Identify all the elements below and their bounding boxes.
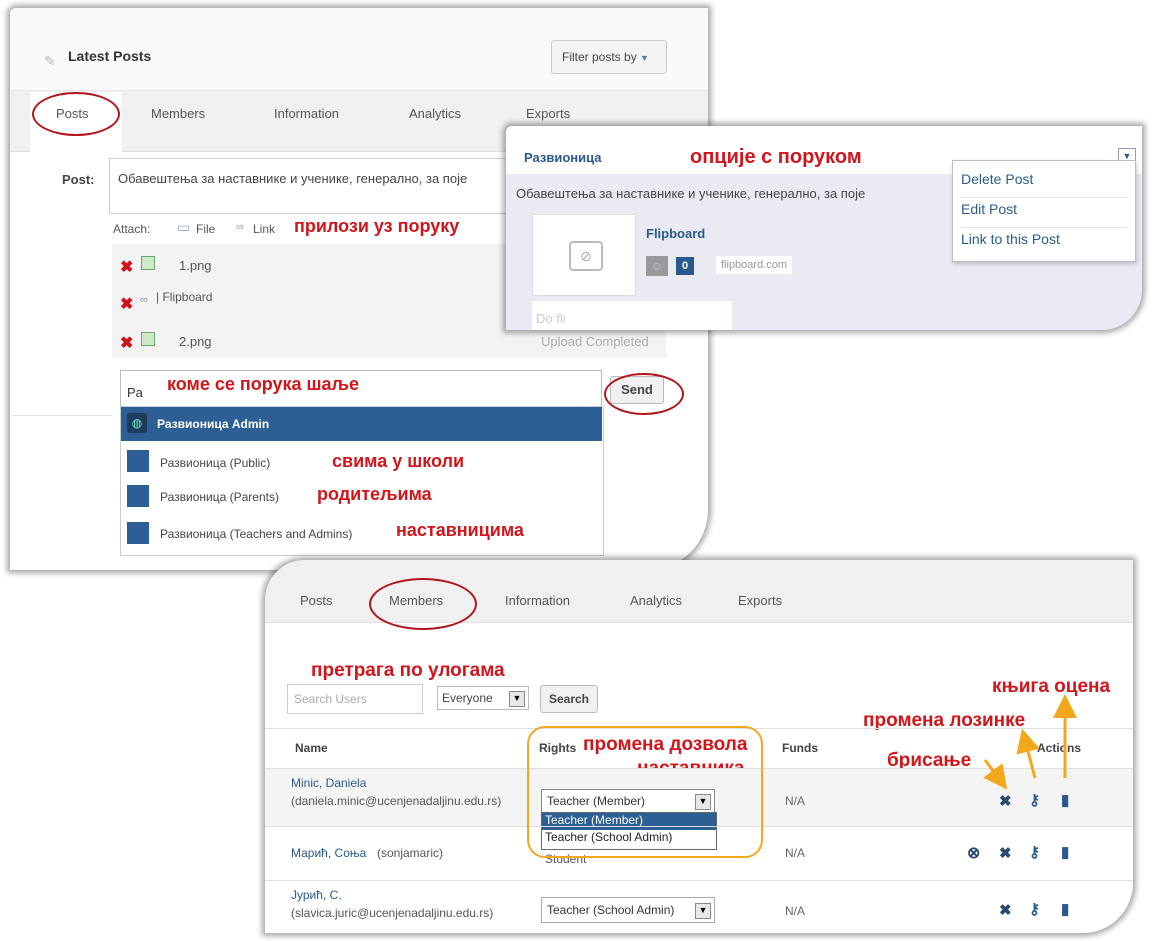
partial-card: Do fli [532,301,732,330]
filter-posts-button[interactable]: Filter posts by ▼ [551,40,667,74]
globe-icon: ◍ [127,413,147,433]
attach-label: Attach: [113,222,151,236]
upload-status: Upload Completed [541,334,649,349]
annotation-attachments: прилози уз поруку [294,216,460,236]
post-text: Обавештења за наставнике и ученике, гене… [516,186,866,201]
menu-item-label: Edit Post [961,201,1018,217]
post-options-menu: Delete Post Edit Post Link to this Post [952,160,1136,262]
chevron-down-icon: ▼ [640,53,649,63]
annotation-parents: родитељима [317,484,432,504]
post-text: Обавештења за наставнике и ученике, гене… [118,171,468,186]
recipient-option-teachers[interactable]: Развионица (Teachers and Admins) [160,527,352,541]
arrow-delete [983,759,1008,790]
members-panel: Posts Members Information Analytics Expo… [265,560,1133,933]
link-icon: ∞ [236,221,244,233]
group-name-link[interactable]: Развионица [524,150,602,165]
group-icon [127,485,149,507]
tab-exports[interactable]: Exports [526,106,570,121]
recipient-option-parents[interactable]: Развионица (Parents) [160,490,279,504]
recipient-value: Pa [127,385,143,400]
highlight-oval [604,373,684,415]
link-thumbnail: ⊘ [532,214,636,296]
link-preview-icon: ⊘ [569,241,603,271]
arrow-password [1016,728,1040,779]
group-icon [127,450,149,472]
annotation-message-options: опције с поруком [690,146,862,168]
share-count-badge: 0 [676,257,694,275]
post-label: Post: [62,172,95,187]
image-file-icon [141,256,155,270]
tab-analytics[interactable]: Analytics [409,106,461,121]
pin-icon: ✎ [44,53,56,69]
link-icon: ∞ [140,294,148,306]
recipient-option-public[interactable]: Развионица (Public) [160,456,270,470]
attachment-name: | Flipboard [156,290,213,304]
panel-title: Latest Posts [68,48,152,64]
menu-item-label: Delete Post [961,171,1034,187]
annotation-arrows [983,694,1077,790]
menu-item-delete-post[interactable]: Delete Post [961,171,1127,198]
link-domain: flipboard.com [716,256,793,274]
highlight-oval [32,92,120,136]
image-file-icon [141,332,155,346]
menu-item-edit-post[interactable]: Edit Post [961,201,1127,228]
annotation-teachers: наставницима [396,520,524,540]
tab-members[interactable]: Members [151,106,205,121]
attachment-name: 1.png [179,258,212,273]
user-avatar-icon: ☺ [646,256,668,276]
annotation-all-school: свима у школи [332,451,465,471]
link-title[interactable]: Flipboard [646,226,705,241]
tab-information[interactable]: Information [274,106,339,121]
recipient-option-label: Развионица Admin [157,417,270,431]
partial-text: Do fli [536,311,566,326]
remove-attachment-icon[interactable]: ✖ [120,294,133,314]
post-options-panel: Развионица опције с поруком ▼ Обавештења… [506,126,1142,330]
remove-attachment-icon[interactable]: ✖ [120,257,133,277]
menu-item-label: Link to this Post [961,231,1060,247]
filter-button-label: Filter posts by [562,50,637,64]
menu-item-link-to-post[interactable]: Link to this Post [961,231,1127,257]
divider [12,415,112,416]
attachment-name: 2.png [179,334,212,349]
group-icon [127,522,149,544]
attach-file-link[interactable]: File [196,222,215,236]
remove-attachment-icon[interactable]: ✖ [120,333,133,353]
file-icon: ▭ [177,219,191,235]
annotation-recipient: коме се порука шаље [167,374,359,394]
attach-link-link[interactable]: Link [253,222,275,236]
